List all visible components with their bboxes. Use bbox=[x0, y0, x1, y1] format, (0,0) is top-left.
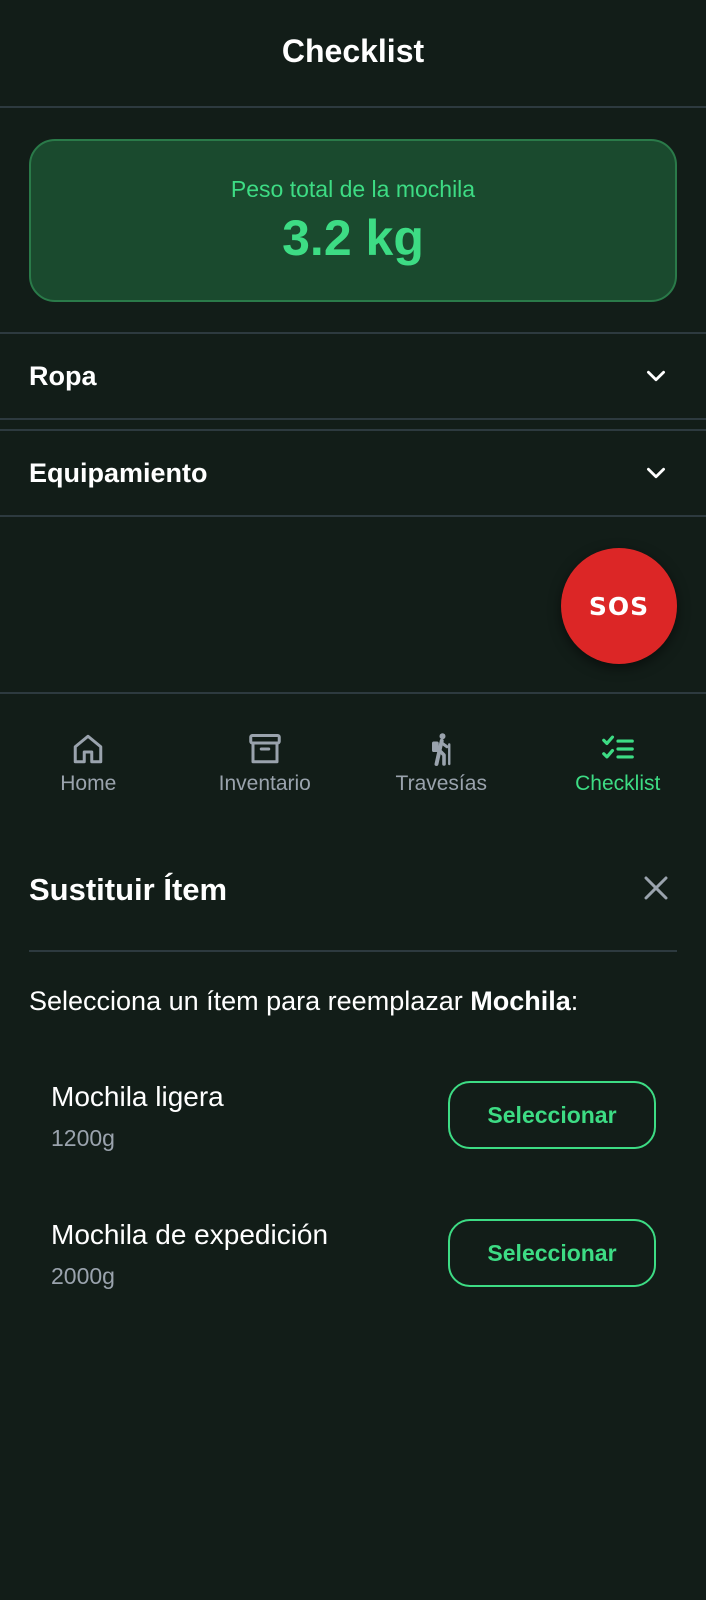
total-weight-value: 3.2 kg bbox=[282, 210, 424, 266]
select-button[interactable]: Seleccionar bbox=[448, 1081, 656, 1149]
hiker-icon bbox=[422, 730, 460, 768]
nav-label: Inventario bbox=[218, 772, 311, 795]
chevron-down-icon bbox=[642, 459, 670, 487]
nav-item-travesias[interactable]: Travesías bbox=[353, 694, 530, 822]
select-button[interactable]: Seleccionar bbox=[448, 1219, 656, 1287]
nav-item-home[interactable]: Home bbox=[0, 694, 177, 822]
modal-divider bbox=[29, 950, 677, 952]
nav-label: Home bbox=[60, 772, 117, 795]
prompt-suffix: : bbox=[570, 986, 579, 1016]
nav-label: Travesías bbox=[395, 772, 487, 795]
nav-label: Checklist bbox=[575, 772, 661, 795]
list-item: Mochila de expedición 2000g Seleccionar bbox=[51, 1219, 657, 1309]
sos-label: SOS bbox=[588, 591, 650, 621]
option-weight: 2000g bbox=[51, 1263, 115, 1289]
checklist-icon bbox=[599, 730, 637, 768]
sos-button[interactable]: SOS bbox=[561, 548, 677, 664]
section-label: Ropa bbox=[29, 360, 97, 391]
chevron-down-icon bbox=[642, 362, 670, 390]
section-ropa[interactable]: Ropa bbox=[0, 332, 706, 420]
prompt-text: Selecciona un ítem para reemplazar bbox=[29, 986, 471, 1016]
section-equipamiento[interactable]: Equipamiento bbox=[0, 429, 706, 517]
section-label: Equipamiento bbox=[29, 457, 208, 488]
option-weight: 1200g bbox=[51, 1125, 115, 1151]
nav-item-inventario[interactable]: Inventario bbox=[177, 694, 354, 822]
page-title: Checklist bbox=[281, 32, 425, 69]
modal-title: Sustituir Ítem bbox=[29, 872, 228, 907]
prompt-item-name: Mochila bbox=[470, 986, 571, 1016]
total-weight-card: Peso total de la mochila 3.2 kg bbox=[29, 139, 677, 302]
bottom-navigation: Home Inventario Travesías Checklist bbox=[0, 692, 706, 822]
list-item: Mochila ligera 1200g Seleccionar bbox=[51, 1081, 657, 1171]
option-name: Mochila de expedición bbox=[51, 1219, 329, 1250]
nav-item-checklist[interactable]: Checklist bbox=[530, 694, 706, 822]
replace-prompt: Selecciona un ítem para reemplazar Mochi… bbox=[29, 986, 578, 1017]
total-weight-label: Peso total de la mochila bbox=[230, 176, 476, 202]
home-icon bbox=[69, 730, 107, 768]
top-app-bar: Checklist bbox=[0, 0, 706, 108]
archive-icon bbox=[246, 730, 284, 768]
close-icon[interactable] bbox=[638, 870, 674, 906]
option-name: Mochila ligera bbox=[51, 1081, 224, 1112]
